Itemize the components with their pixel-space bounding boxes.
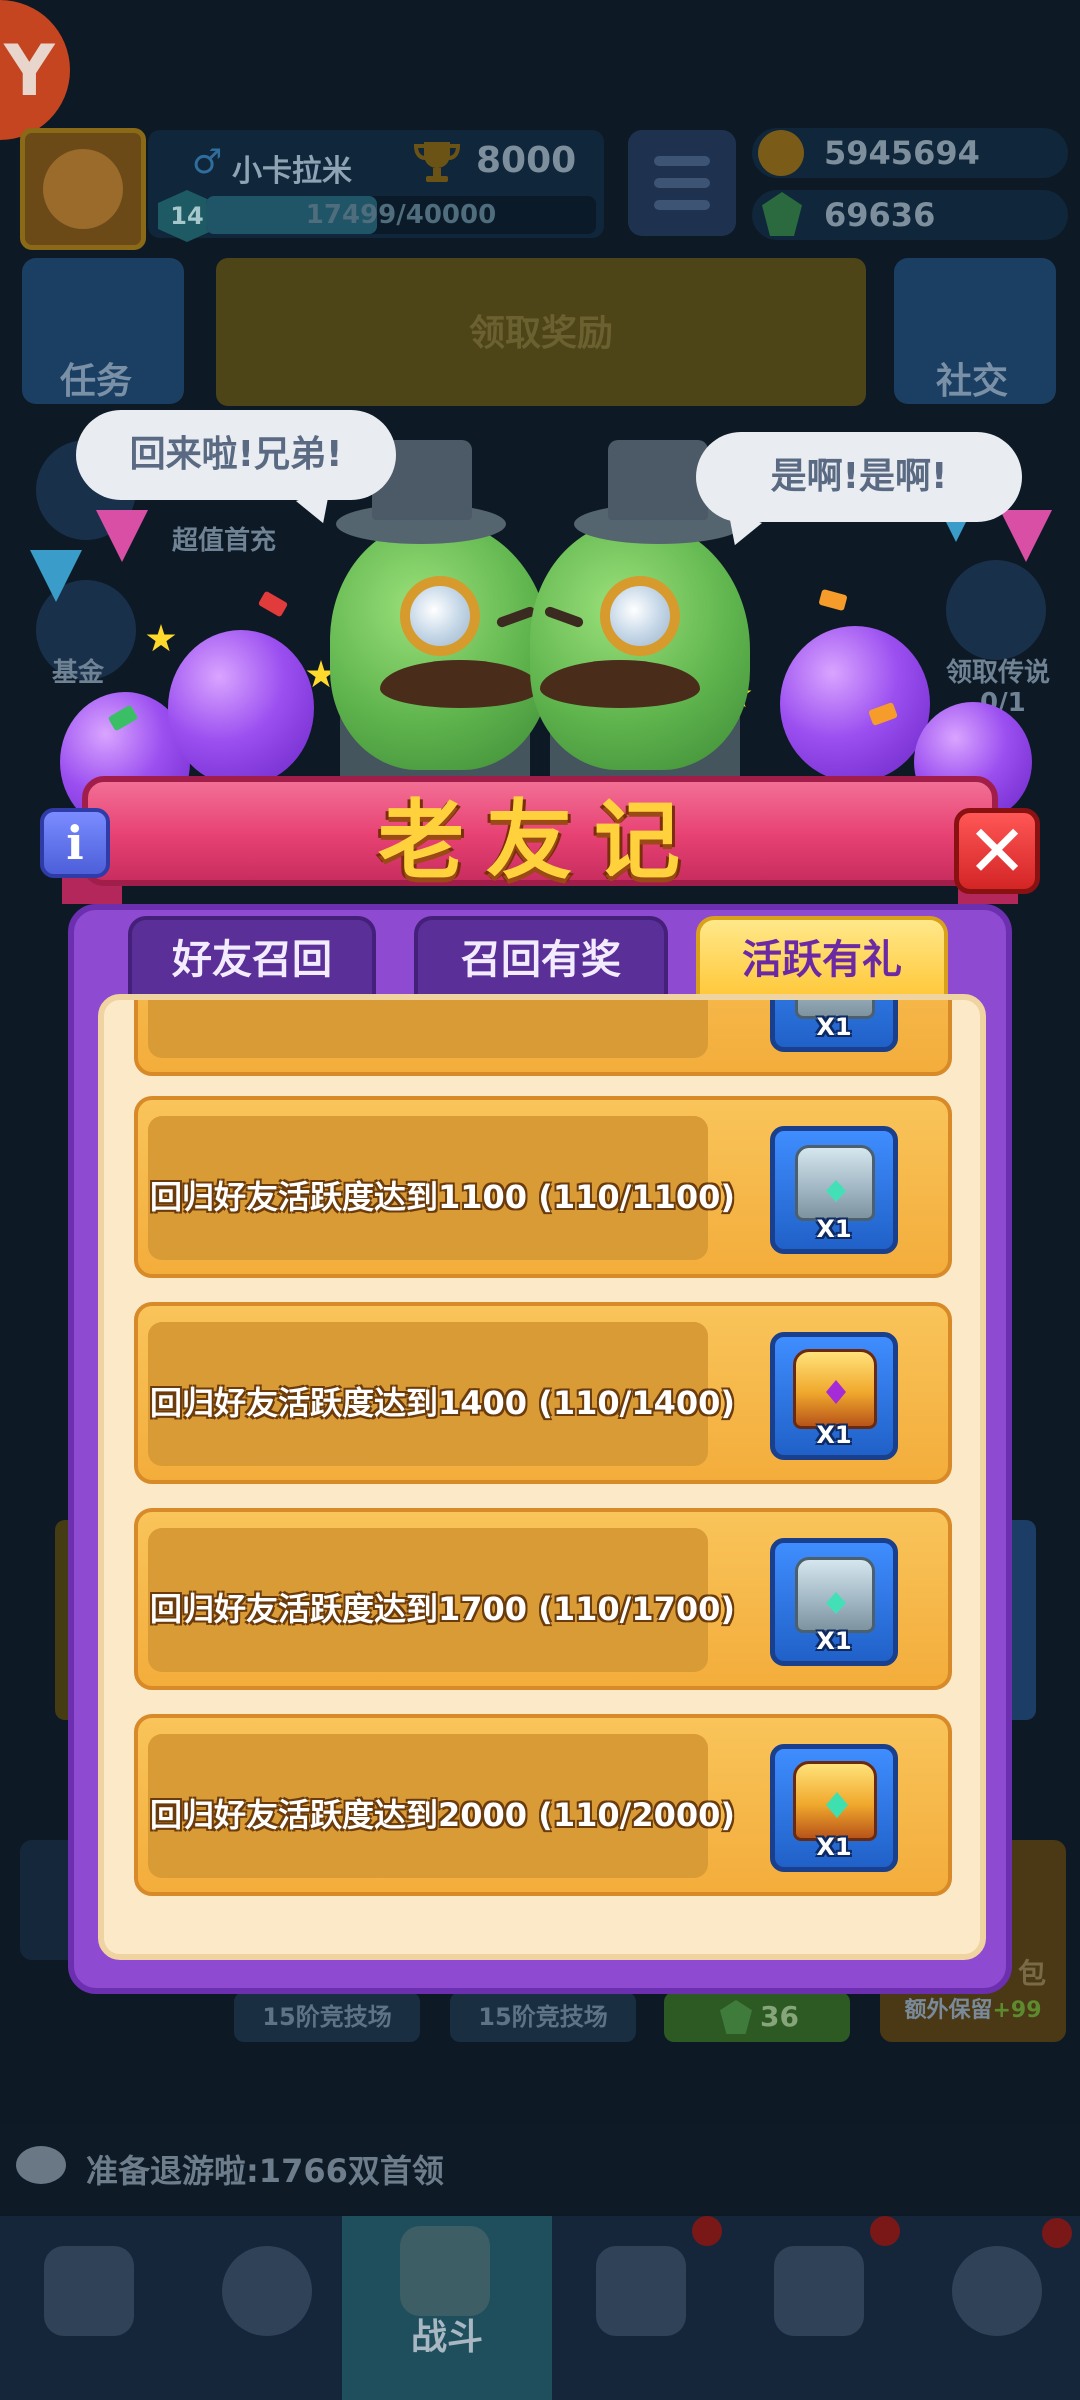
crossed-swords-icon: [400, 2226, 490, 2316]
gem-small-icon: [720, 2000, 752, 2034]
reward-quantity: X1: [816, 1833, 852, 1861]
nav-explore[interactable]: [908, 2216, 1080, 2400]
close-icon: ✕: [966, 809, 1028, 893]
trophy-count: 8000: [476, 140, 577, 181]
player-name: 小卡拉米: [232, 154, 352, 189]
reward-quantity: X1: [816, 1627, 852, 1655]
trophy-icon: [413, 142, 461, 182]
tab-recall-rewards[interactable]: 召回有奖: [414, 916, 668, 994]
xp-text: 17499/40000: [305, 200, 497, 230]
gold-chest-icon: [793, 1761, 877, 1841]
task-card-partial: X1: [134, 1000, 952, 1076]
app-logo: Y: [0, 0, 70, 140]
task-card: 回归好友活跃度达到1400 (110/1400) X1: [134, 1302, 952, 1484]
task-description: 回归好友活跃度达到2000 (110/2000): [150, 1796, 736, 1834]
silver-chest-icon: [795, 1145, 875, 1221]
helmet-icon: [222, 2246, 312, 2336]
task-description: 回归好友活跃度达到1700 (110/1700): [150, 1590, 736, 1628]
player-avatar[interactable]: [20, 128, 146, 250]
reward-quantity: X1: [816, 1215, 852, 1243]
compass-icon: [952, 2246, 1042, 2336]
monocle: [600, 576, 680, 656]
xp-bar: 17499/40000: [206, 196, 596, 234]
tab-activity-gifts[interactable]: 活跃有礼: [696, 916, 948, 994]
bunting-flag: [30, 550, 82, 602]
reward-slot[interactable]: X1: [770, 1538, 898, 1666]
notification-dot: [870, 2216, 900, 2246]
nav-battle-label: 战斗: [410, 2317, 483, 2358]
reward-slot[interactable]: X1: [770, 1744, 898, 1872]
task-list[interactable]: X1 回归好友活跃度达到1100 (110/1100) X1 回归好友活跃度达到…: [98, 994, 986, 1960]
notification-dot: [692, 2216, 722, 2246]
coin-value: 5945694: [824, 134, 980, 172]
task-description: 回归好友活跃度达到1100 (110/1100): [150, 1178, 736, 1216]
nav-shop[interactable]: [0, 2216, 178, 2400]
gold-chest-icon: [793, 1349, 877, 1429]
arena-tag-2: 15阶竞技场: [450, 1992, 636, 2042]
close-button[interactable]: ✕: [954, 808, 1040, 894]
chat-bubble-icon: [16, 2146, 66, 2184]
crown-shield-icon: [596, 2246, 686, 2336]
bunting-flag: [96, 510, 148, 562]
tab-friend-recall[interactable]: 好友召回: [128, 916, 376, 994]
balloon: [780, 626, 930, 782]
reward-quantity: X1: [816, 1421, 852, 1449]
menu-button[interactable]: [628, 130, 736, 236]
reward-slot[interactable]: X1: [770, 1000, 898, 1052]
bonus-pack-sub-text: 额外保留: [904, 1998, 993, 2023]
nav-friends[interactable]: [730, 2216, 908, 2400]
speech-bubble-right: 是啊!是啊!: [696, 432, 1022, 522]
balloon: [168, 630, 314, 786]
reward-slot[interactable]: X1: [770, 1332, 898, 1460]
claim-reward-label: 领取奖励: [468, 313, 613, 354]
task-card-inner: [148, 1000, 708, 1058]
coin-icon: [758, 130, 804, 176]
gem-value: 69636: [824, 196, 936, 234]
monocle: [400, 576, 480, 656]
bunting-flag: [1000, 510, 1052, 562]
male-icon: ♂: [192, 142, 223, 182]
confetti: [257, 590, 289, 618]
right-top-hat: [608, 440, 708, 520]
bonus-pack-sub: 额外保留+99: [880, 1992, 1066, 2024]
info-icon: i: [66, 816, 84, 870]
nav-clan[interactable]: [552, 2216, 730, 2400]
confetti: [818, 588, 848, 612]
gem-tag-count: 36: [760, 2000, 799, 2033]
nav-heroes[interactable]: [178, 2216, 356, 2400]
notification-dot: [1042, 2218, 1072, 2248]
chest-icon: [44, 2246, 134, 2336]
task-description: 回归好友活跃度达到1400 (110/1400): [150, 1384, 736, 1422]
task-card: 回归好友活跃度达到1700 (110/1700) X1: [134, 1508, 952, 1690]
reward-slot[interactable]: X1: [770, 1126, 898, 1254]
task-card: 回归好友活跃度达到2000 (110/2000) X1: [134, 1714, 952, 1896]
star: [146, 624, 176, 652]
chat-message: 准备退游啦:1766双首领: [86, 2152, 444, 2190]
friends-icon: [774, 2246, 864, 2336]
gem-tag[interactable]: 36: [664, 1992, 850, 2042]
info-button[interactable]: i: [40, 808, 110, 878]
speech-bubble-left: 回来啦!兄弟!: [76, 410, 396, 500]
arena-tag-1: 15阶竞技场: [234, 1992, 420, 2042]
reward-quantity: X1: [816, 1013, 852, 1041]
nav-battle[interactable]: 战斗: [342, 2216, 552, 2400]
dialog-title: 老友记: [378, 791, 702, 891]
bonus-pack-sub-value: +99: [992, 1998, 1042, 2023]
silver-chest-icon: [795, 1557, 875, 1633]
task-card: 回归好友活跃度达到1100 (110/1100) X1: [134, 1096, 952, 1278]
